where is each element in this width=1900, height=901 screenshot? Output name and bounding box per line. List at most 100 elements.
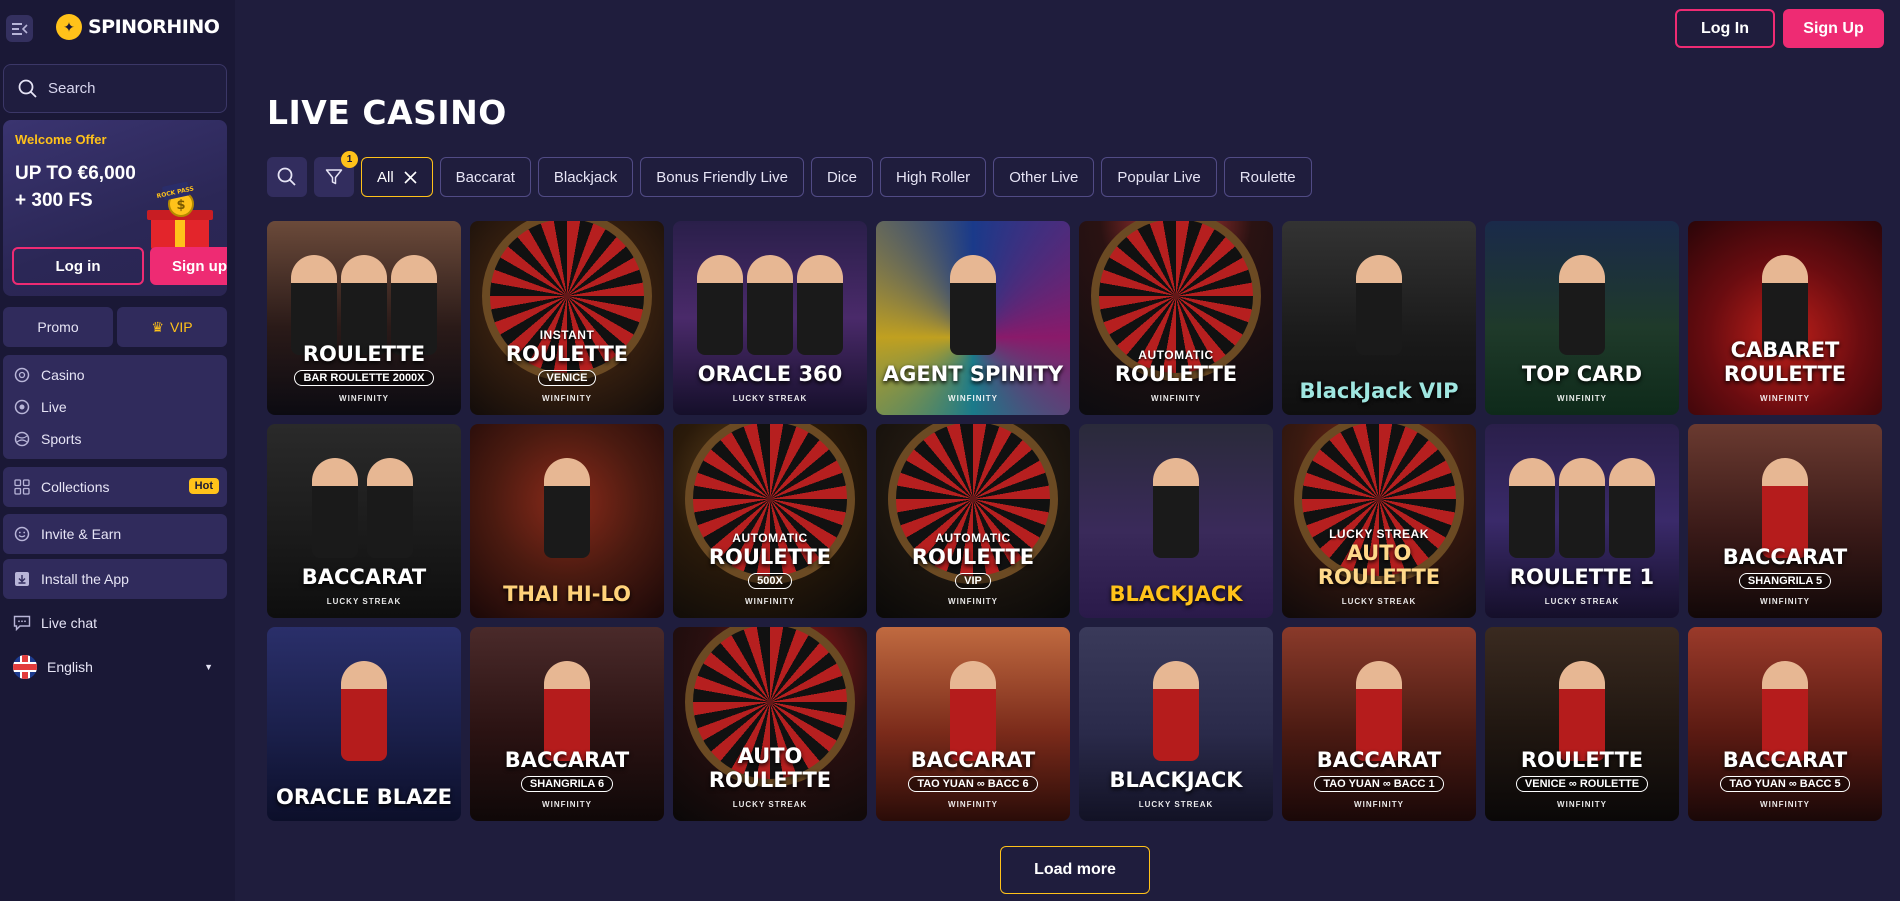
game-tile[interactable]: BACCARAT SHANGRILA 5 WINFINITY bbox=[1688, 424, 1882, 618]
game-tile[interactable]: AUTO ROULETTE LUCKY STREAK bbox=[673, 627, 867, 821]
game-tile[interactable]: BACCARAT SHANGRILA 6 WINFINITY bbox=[470, 627, 664, 821]
dealer-figure bbox=[1153, 661, 1199, 761]
game-tile[interactable]: ROULETTE VENICE ∞ ROULETTE WINFINITY bbox=[1485, 627, 1679, 821]
game-tile[interactable]: ORACLE BLAZE bbox=[267, 627, 461, 821]
page-title: LIVE CASINO bbox=[267, 93, 507, 132]
game-tile[interactable]: CABARET ROULETTE WINFINITY bbox=[1688, 221, 1882, 415]
game-provider: LUCKY STREAK bbox=[732, 800, 808, 809]
dealer-figure bbox=[1356, 661, 1402, 761]
game-title: BACCARAT bbox=[301, 565, 427, 589]
game-tile[interactable]: BLACKJACK LUCKY STREAK bbox=[1079, 627, 1273, 821]
game-tile[interactable]: AUTOMATIC ROULETTE 500X WINFINITY bbox=[673, 424, 867, 618]
main-nav: Casino Live Sports bbox=[3, 355, 227, 459]
filter-chip-baccarat[interactable]: Baccarat bbox=[439, 157, 531, 197]
game-tile[interactable]: AUTOMATIC ROULETTE VIP WINFINITY bbox=[876, 424, 1070, 618]
filter-chip-blackjack[interactable]: Blackjack bbox=[537, 157, 634, 197]
uk-flag-icon bbox=[13, 655, 37, 679]
nav-item-live[interactable]: Live bbox=[3, 391, 227, 423]
game-tile-labels: CABARET ROULETTE WINFINITY bbox=[1688, 338, 1882, 403]
language-selector[interactable]: English ▼ bbox=[3, 647, 227, 687]
filter-chip-bonus-friendly-live[interactable]: Bonus Friendly Live bbox=[640, 157, 804, 197]
game-subtitle: AUTOMATIC bbox=[935, 531, 1011, 545]
game-tile[interactable]: TOP CARD WINFINITY bbox=[1485, 221, 1679, 415]
game-tile[interactable]: THAI HI-LO bbox=[470, 424, 664, 618]
game-tile[interactable]: LUCKY STREAK AUTO ROULETTE LUCKY STREAK bbox=[1282, 424, 1476, 618]
game-title: ROULETTE bbox=[708, 545, 832, 569]
game-title: ROULETTE bbox=[1520, 748, 1644, 772]
nav-item-casino[interactable]: Casino bbox=[3, 359, 227, 391]
nav-item-install-app[interactable]: Install the App bbox=[3, 559, 227, 599]
filter-chip-high-roller[interactable]: High Roller bbox=[879, 157, 987, 197]
game-tile-labels: ROULETTE VENICE ∞ ROULETTE WINFINITY bbox=[1515, 748, 1649, 809]
nav-item-invite[interactable]: Invite & Earn bbox=[3, 514, 227, 554]
promo-signup-button[interactable]: Sign up bbox=[150, 247, 227, 285]
welcome-offer-headline: UP TO €6,000 + 300 FS bbox=[15, 160, 145, 214]
menu-toggle-button[interactable] bbox=[6, 15, 33, 42]
filter-chip-popular-live[interactable]: Popular Live bbox=[1101, 157, 1217, 197]
sports-ball-icon bbox=[13, 430, 31, 448]
game-tile-labels: AGENT SPINITY WINFINITY bbox=[883, 362, 1063, 403]
game-title: CABARET ROULETTE bbox=[1723, 338, 1847, 386]
header-login-button[interactable]: Log In bbox=[1675, 9, 1775, 48]
game-tile[interactable]: BACCARAT TAO YUAN ∞ BACC 6 WINFINITY bbox=[876, 627, 1070, 821]
dealer-figure bbox=[341, 255, 387, 355]
game-tile-labels: ORACLE BLAZE bbox=[276, 785, 452, 809]
install-label: Install the App bbox=[41, 571, 129, 587]
dealer-figure bbox=[341, 661, 387, 761]
game-subtitle: AUTOMATIC bbox=[732, 531, 808, 545]
search-input[interactable]: Search bbox=[3, 64, 227, 113]
nav-item-collections[interactable]: Collections Hot bbox=[3, 467, 227, 507]
game-tile[interactable]: AGENT SPINITY WINFINITY bbox=[876, 221, 1070, 415]
dealer-figure bbox=[950, 255, 996, 355]
filter-chip-dice[interactable]: Dice bbox=[810, 157, 873, 197]
load-more-button[interactable]: Load more bbox=[1000, 846, 1150, 894]
filter-chip-roulette[interactable]: Roulette bbox=[1223, 157, 1312, 197]
search-icon bbox=[277, 167, 296, 186]
game-provider: LUCKY STREAK bbox=[1341, 597, 1417, 606]
filter-chip-other-live[interactable]: Other Live bbox=[993, 157, 1095, 197]
game-tile[interactable]: BACCARAT TAO YUAN ∞ BACC 1 WINFINITY bbox=[1282, 627, 1476, 821]
game-provider: WINFINITY bbox=[339, 394, 389, 403]
dealer-figure bbox=[1356, 255, 1402, 355]
funnel-icon bbox=[325, 169, 343, 185]
gift-box-icon: $ ROCK PASS bbox=[147, 182, 213, 250]
filter-chip-all[interactable]: All bbox=[361, 157, 433, 197]
game-tile[interactable]: INSTANT ROULETTE VENICE WINFINITY bbox=[470, 221, 664, 415]
header-signup-button[interactable]: Sign Up bbox=[1783, 9, 1884, 48]
game-tile[interactable]: ROULETTE 1 LUCKY STREAK bbox=[1485, 424, 1679, 618]
game-title: ROULETTE bbox=[1114, 362, 1238, 386]
invite-label: Invite & Earn bbox=[41, 526, 122, 542]
dealer-figure bbox=[544, 458, 590, 558]
game-tile[interactable]: AUTOMATIC ROULETTE WINFINITY bbox=[1079, 221, 1273, 415]
dealer-figure bbox=[1153, 458, 1199, 558]
game-title: AGENT SPINITY bbox=[882, 362, 1064, 386]
game-tile-labels: BACCARAT SHANGRILA 6 WINFINITY bbox=[505, 748, 629, 809]
promo-button[interactable]: Promo bbox=[3, 307, 113, 347]
game-tile[interactable]: BACCARAT TAO YUAN ∞ BACC 5 WINFINITY bbox=[1688, 627, 1882, 821]
game-provider: WINFINITY bbox=[1354, 800, 1404, 809]
close-icon[interactable] bbox=[404, 170, 417, 184]
game-tile[interactable]: BLACKJACK bbox=[1079, 424, 1273, 618]
dealer-figure bbox=[1559, 255, 1605, 355]
filter-funnel-button[interactable]: 1 bbox=[314, 151, 358, 197]
vip-button[interactable]: ♛ VIP bbox=[117, 307, 227, 347]
game-title: BACCARAT bbox=[1722, 748, 1848, 772]
chat-icon bbox=[13, 614, 31, 632]
game-tile[interactable]: ORACLE 360 LUCKY STREAK bbox=[673, 221, 867, 415]
game-tile-labels: BlackJack VIP bbox=[1300, 379, 1459, 403]
live-icon bbox=[13, 398, 31, 416]
promo-login-button[interactable]: Log in bbox=[12, 247, 144, 285]
sidebar: ✦ SPINORHINO Search Welcome Offer UP TO … bbox=[0, 0, 235, 901]
game-tile[interactable]: BACCARAT LUCKY STREAK bbox=[267, 424, 461, 618]
game-tile[interactable]: BlackJack VIP bbox=[1282, 221, 1476, 415]
filter-search-button[interactable] bbox=[267, 157, 307, 197]
game-provider: WINFINITY bbox=[1557, 800, 1607, 809]
logo[interactable]: ✦ SPINORHINO bbox=[56, 14, 220, 40]
game-tile[interactable]: ROULETTE BAR ROULETTE 2000X WINFINITY bbox=[267, 221, 461, 415]
game-tile-labels: BACCARAT TAO YUAN ∞ BACC 5 WINFINITY bbox=[1720, 748, 1850, 809]
nav-item-live-chat[interactable]: Live chat bbox=[3, 603, 227, 643]
nav-item-label: Sports bbox=[41, 431, 82, 447]
game-tile-labels: THAI HI-LO bbox=[503, 582, 631, 606]
game-title: BACCARAT bbox=[504, 748, 630, 772]
nav-item-sports[interactable]: Sports bbox=[3, 423, 227, 455]
